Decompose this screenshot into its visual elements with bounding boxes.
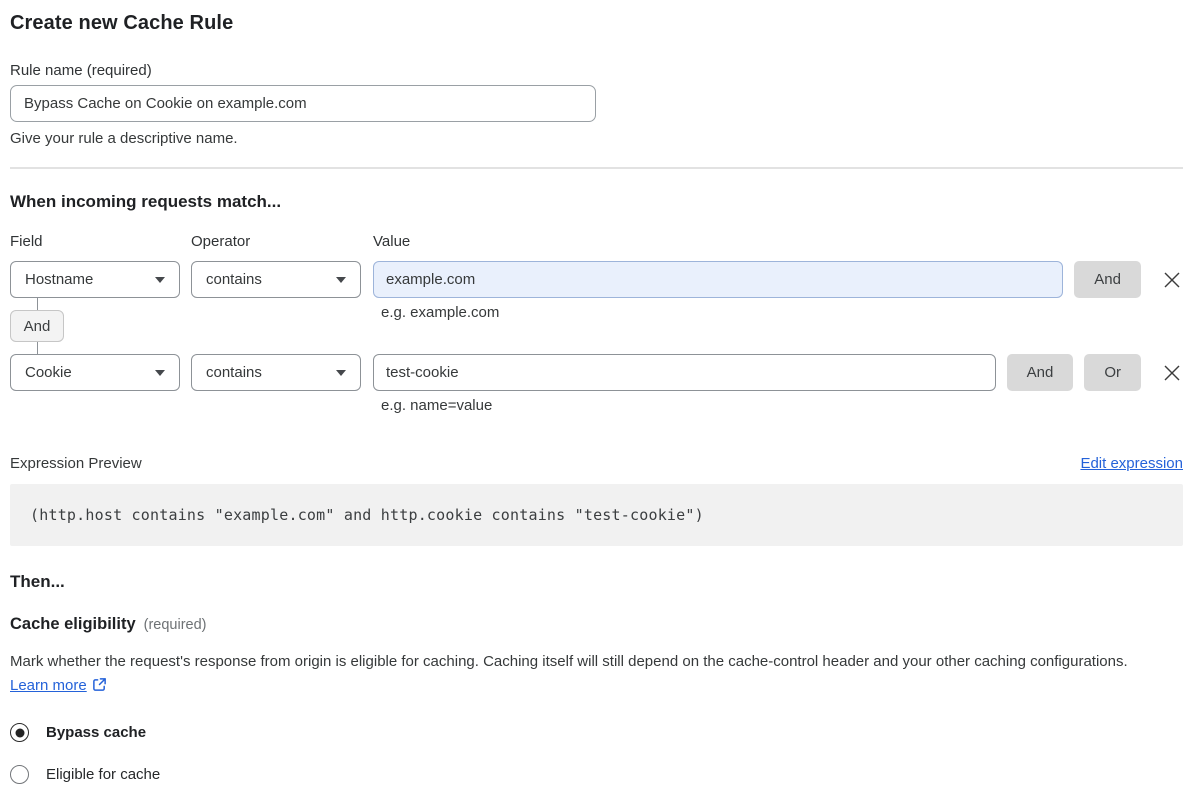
operator-column-label: Operator xyxy=(191,233,251,250)
required-note: (required) xyxy=(143,617,207,633)
field-select-row2[interactable]: Cookie xyxy=(10,354,180,391)
value-input-row1[interactable] xyxy=(373,261,1064,298)
close-icon xyxy=(1164,365,1180,380)
cache-eligibility-description: Mark whether the request's response from… xyxy=(10,650,1170,700)
expression-code-block: (http.host contains "example.com" and ht… xyxy=(10,484,1183,546)
chevron-down-icon xyxy=(336,276,346,283)
chevron-down-icon xyxy=(155,369,165,376)
value-hint-row2: e.g. name=value xyxy=(381,397,493,414)
section-divider xyxy=(10,167,1183,169)
field-select-row1-value: Hostname xyxy=(25,271,94,288)
operator-select-row1[interactable]: contains xyxy=(191,261,361,298)
rule-name-input[interactable] xyxy=(10,85,596,122)
external-link-icon xyxy=(92,676,107,700)
expression-preview-label: Expression Preview xyxy=(10,455,142,472)
rule-name-label: Rule name (required) xyxy=(10,62,152,79)
radio-selected-icon xyxy=(10,723,29,742)
connector-line-top xyxy=(37,298,38,310)
and-button-row1[interactable]: And xyxy=(1074,261,1141,298)
create-cache-rule-form: Create new Cache Rule Rule name (require… xyxy=(0,0,1200,784)
connector-column: And xyxy=(10,298,180,354)
operator-select-row1-value: contains xyxy=(206,271,262,288)
page-title: Create new Cache Rule xyxy=(10,12,234,34)
field-column-label: Field xyxy=(10,233,43,250)
cache-eligibility-title: Cache eligibility xyxy=(10,615,136,633)
cache-eligibility-heading: Cache eligibility (required) xyxy=(10,615,1183,634)
value-column-label: Value xyxy=(373,233,411,250)
connector-row: And e.g. example.com xyxy=(10,298,1183,354)
rule-name-helper: Give your rule a descriptive name. xyxy=(10,130,238,147)
chevron-down-icon xyxy=(336,369,346,376)
field-select-row1[interactable]: Hostname xyxy=(10,261,180,298)
connector-line-bottom xyxy=(37,342,38,354)
edit-expression-link[interactable]: Edit expression xyxy=(1080,455,1183,472)
remove-row1-button[interactable] xyxy=(1161,269,1183,291)
match-column-labels: Field Operator Value xyxy=(10,233,1183,250)
match-row-2: Cookie contains And Or xyxy=(10,354,1183,391)
then-heading: Then... xyxy=(10,572,65,591)
and-button-row2[interactable]: And xyxy=(1006,354,1074,391)
radio-bypass-cache-label: Bypass cache xyxy=(46,724,147,741)
close-icon xyxy=(1164,272,1180,287)
value-input-row2[interactable] xyxy=(373,354,996,391)
match-row-1: Hostname contains And xyxy=(10,261,1183,298)
expression-code: (http.host contains "example.com" and ht… xyxy=(30,506,704,524)
operator-select-row2-value: contains xyxy=(206,364,262,381)
and-connector-badge[interactable]: And xyxy=(10,310,64,342)
expression-header: Expression Preview Edit expression xyxy=(10,455,1183,472)
description-text: Mark whether the request's response from… xyxy=(10,653,1128,670)
radio-eligible-for-cache-label: Eligible for cache xyxy=(46,766,161,783)
chevron-down-icon xyxy=(155,276,165,283)
radio-eligible-for-cache[interactable]: Eligible for cache xyxy=(10,765,1183,784)
value-hint-row1: e.g. example.com xyxy=(381,304,500,321)
learn-more-link[interactable]: Learn more xyxy=(10,677,87,694)
radio-bypass-cache[interactable]: Bypass cache xyxy=(10,723,1183,742)
operator-select-row2[interactable]: contains xyxy=(191,354,361,391)
match-heading: When incoming requests match... xyxy=(10,192,282,211)
field-select-row2-value: Cookie xyxy=(25,364,72,381)
or-button-row2[interactable]: Or xyxy=(1084,354,1141,391)
radio-unselected-icon xyxy=(10,765,29,784)
remove-row2-button[interactable] xyxy=(1161,362,1183,384)
